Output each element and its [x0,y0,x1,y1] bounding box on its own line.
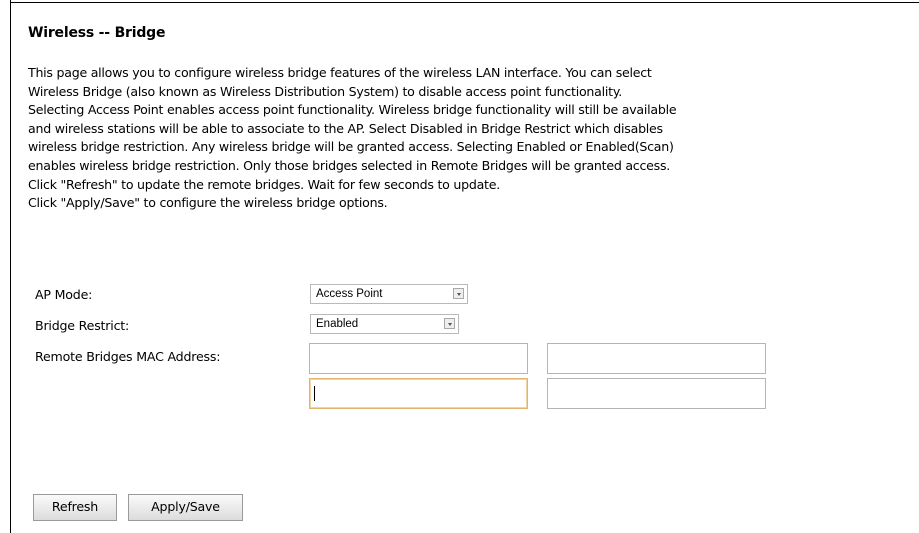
description-line: Click "Refresh" to update the remote bri… [28,176,500,192]
mac-address-field-3[interactable] [309,378,528,409]
ap-mode-label: AP Mode: [35,287,93,302]
bridge-restrict-selected-value: Enabled [316,318,359,330]
description-line: Wireless Bridge (also known as Wireless … [28,83,622,99]
remote-bridges-label: Remote Bridges MAC Address: [35,349,221,364]
page-description: This page allows you to configure wirele… [28,64,908,213]
chevron-down-icon [453,288,464,299]
description-line: Click "Apply/Save" to configure the wire… [28,195,388,211]
ap-mode-selected-value: Access Point [316,288,383,300]
chevron-down-icon [444,318,455,329]
frame-left-border [10,0,11,533]
page-title: Wireless -- Bridge [28,25,166,41]
description-line: Selecting Access Point enables access po… [28,102,677,118]
ap-mode-select[interactable]: Access Point [310,284,468,304]
bridge-restrict-select[interactable]: Enabled [310,314,459,334]
description-line: and wireless stations will be able to as… [28,120,663,136]
description-line: wireless bridge restriction. Any wireles… [28,139,674,155]
mac-address-field-4[interactable] [547,378,766,409]
description-line: enables wireless bridge restriction. Onl… [28,157,671,173]
text-caret [314,386,315,401]
frame-top-border [10,2,919,3]
apply-save-button[interactable]: Apply/Save [128,494,243,521]
mac-address-field-1[interactable] [309,343,528,374]
bridge-restrict-label: Bridge Restrict: [35,318,130,333]
mac-address-field-2[interactable] [547,343,766,374]
refresh-button[interactable]: Refresh [33,494,117,521]
description-line: This page allows you to configure wirele… [28,65,652,80]
